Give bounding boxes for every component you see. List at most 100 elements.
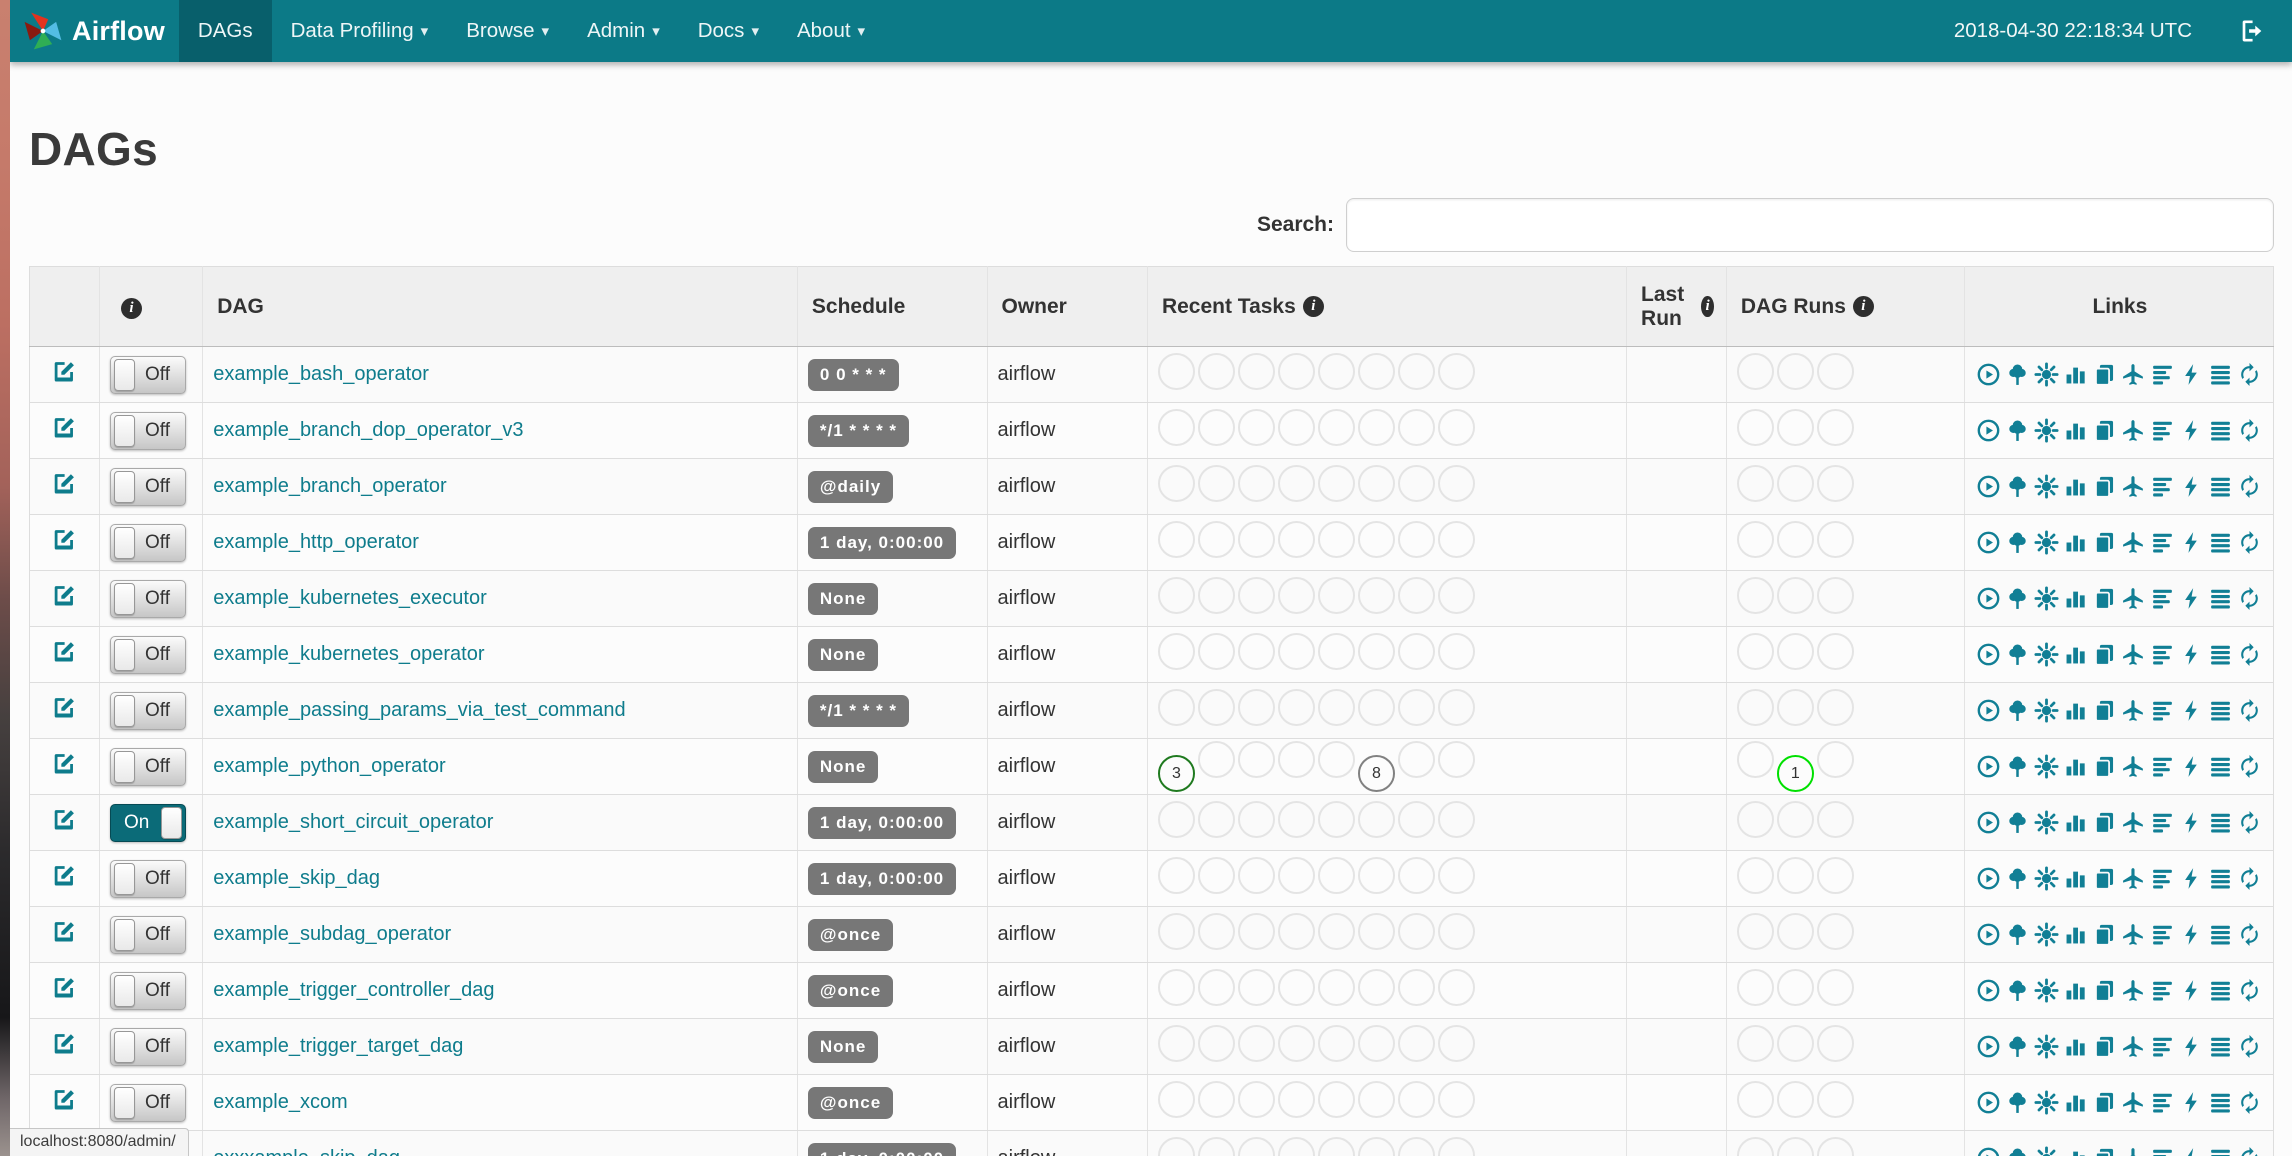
task-state-circle[interactable] bbox=[1157, 1025, 1195, 1062]
dag-run-circle[interactable] bbox=[1776, 1081, 1814, 1118]
logs-icon[interactable] bbox=[2208, 698, 2233, 723]
trigger-dag-icon[interactable] bbox=[1976, 586, 2001, 611]
code-view-icon[interactable] bbox=[2179, 810, 2204, 835]
task-state-circle[interactable] bbox=[1157, 689, 1195, 726]
logs-icon[interactable] bbox=[2208, 810, 2233, 835]
code-view-icon[interactable] bbox=[2179, 1146, 2204, 1156]
task-state-circle[interactable] bbox=[1277, 969, 1315, 1006]
task-state-circle[interactable] bbox=[1277, 409, 1315, 446]
task-state-circle[interactable] bbox=[1357, 409, 1395, 446]
task-state-circle[interactable] bbox=[1357, 465, 1395, 502]
dag-link[interactable]: exxxample_skip_dag bbox=[213, 1147, 400, 1156]
dag-run-circle[interactable] bbox=[1776, 465, 1814, 502]
task-state-circle[interactable] bbox=[1197, 1081, 1235, 1118]
nav-item-data-profiling[interactable]: Data Profiling ▾ bbox=[272, 0, 448, 62]
task-duration-icon[interactable] bbox=[2063, 1146, 2088, 1156]
task-state-circle[interactable] bbox=[1277, 521, 1315, 558]
task-state-circle[interactable] bbox=[1397, 857, 1435, 894]
tree-view-icon[interactable] bbox=[2005, 1146, 2030, 1156]
task-state-circle[interactable] bbox=[1237, 689, 1275, 726]
task-state-circle[interactable] bbox=[1437, 1025, 1475, 1062]
task-state-circle[interactable] bbox=[1317, 409, 1355, 446]
task-state-circle[interactable] bbox=[1197, 633, 1235, 670]
task-duration-icon[interactable] bbox=[2063, 362, 2088, 387]
logs-icon[interactable] bbox=[2208, 418, 2233, 443]
nav-item-dags[interactable]: DAGs bbox=[178, 0, 272, 62]
graph-view-icon[interactable] bbox=[2034, 866, 2059, 891]
info-icon[interactable]: i bbox=[1701, 296, 1714, 317]
edit-dag-button[interactable] bbox=[50, 637, 79, 666]
landing-times-icon[interactable] bbox=[2121, 978, 2146, 1003]
brand[interactable]: Airflow bbox=[10, 0, 179, 62]
trigger-dag-icon[interactable] bbox=[1976, 810, 2001, 835]
task-state-circle[interactable] bbox=[1197, 969, 1235, 1006]
task-state-circle[interactable] bbox=[1317, 353, 1355, 390]
trigger-dag-icon[interactable] bbox=[1976, 1090, 2001, 1115]
trigger-dag-icon[interactable] bbox=[1976, 418, 2001, 443]
task-state-circle[interactable] bbox=[1237, 633, 1275, 670]
refresh-icon[interactable] bbox=[2237, 1090, 2262, 1115]
task-state-circle[interactable] bbox=[1357, 857, 1395, 894]
dag-run-circle[interactable] bbox=[1816, 801, 1854, 838]
tree-view-icon[interactable] bbox=[2005, 418, 2030, 443]
task-state-circle[interactable] bbox=[1277, 633, 1315, 670]
code-view-icon[interactable] bbox=[2179, 754, 2204, 779]
dag-pause-toggle[interactable]: Off bbox=[110, 467, 186, 506]
task-state-circle[interactable] bbox=[1397, 740, 1435, 778]
task-state-circle[interactable] bbox=[1437, 913, 1475, 950]
task-state-circle[interactable] bbox=[1277, 857, 1315, 894]
dag-run-circle[interactable] bbox=[1736, 969, 1774, 1006]
dag-run-circle[interactable] bbox=[1736, 633, 1774, 670]
header-owner[interactable]: Owner bbox=[987, 266, 1148, 347]
trigger-dag-icon[interactable] bbox=[1976, 922, 2001, 947]
task-tries-icon[interactable] bbox=[2092, 1034, 2117, 1059]
task-tries-icon[interactable] bbox=[2092, 642, 2117, 667]
dag-pause-toggle[interactable]: Off bbox=[110, 579, 186, 618]
task-state-circle[interactable] bbox=[1357, 969, 1395, 1006]
task-state-circle[interactable] bbox=[1437, 465, 1475, 502]
tree-view-icon[interactable] bbox=[2005, 1090, 2030, 1115]
task-state-circle[interactable] bbox=[1197, 857, 1235, 894]
task-tries-icon[interactable] bbox=[2092, 586, 2117, 611]
task-tries-icon[interactable] bbox=[2092, 474, 2117, 499]
dag-run-circle[interactable] bbox=[1776, 913, 1814, 950]
dag-link[interactable]: example_branch_operator bbox=[213, 475, 447, 497]
gantt-view-icon[interactable] bbox=[2150, 474, 2175, 499]
task-state-circle[interactable] bbox=[1277, 1137, 1315, 1156]
edit-dag-button[interactable] bbox=[50, 805, 79, 834]
task-state-circle[interactable] bbox=[1437, 969, 1475, 1006]
task-state-circle[interactable] bbox=[1317, 1025, 1355, 1062]
task-state-circle[interactable] bbox=[1157, 521, 1195, 558]
trigger-dag-icon[interactable] bbox=[1976, 754, 2001, 779]
landing-times-icon[interactable] bbox=[2121, 642, 2146, 667]
code-view-icon[interactable] bbox=[2179, 1034, 2204, 1059]
logs-icon[interactable] bbox=[2208, 586, 2233, 611]
task-state-circle[interactable] bbox=[1277, 353, 1315, 390]
task-tries-icon[interactable] bbox=[2092, 362, 2117, 387]
task-state-circle[interactable] bbox=[1197, 577, 1235, 614]
task-state-circle[interactable] bbox=[1317, 521, 1355, 558]
header-dag[interactable]: DAG bbox=[202, 266, 798, 347]
dag-pause-toggle[interactable]: Off bbox=[110, 635, 186, 674]
info-icon[interactable]: i bbox=[121, 298, 142, 319]
dag-run-circle[interactable] bbox=[1736, 577, 1774, 614]
task-state-circle[interactable] bbox=[1197, 353, 1235, 390]
task-state-circle[interactable] bbox=[1397, 1081, 1435, 1118]
dag-run-circle[interactable] bbox=[1816, 521, 1854, 558]
task-state-circle[interactable] bbox=[1237, 465, 1275, 502]
landing-times-icon[interactable] bbox=[2121, 586, 2146, 611]
dag-pause-toggle[interactable]: Off bbox=[110, 523, 186, 562]
task-duration-icon[interactable] bbox=[2063, 810, 2088, 835]
landing-times-icon[interactable] bbox=[2121, 418, 2146, 443]
dag-run-circle[interactable] bbox=[1816, 1025, 1854, 1062]
code-view-icon[interactable] bbox=[2179, 698, 2204, 723]
landing-times-icon[interactable] bbox=[2121, 1034, 2146, 1059]
logs-icon[interactable] bbox=[2208, 866, 2233, 891]
edit-dag-button[interactable] bbox=[50, 861, 79, 890]
logs-icon[interactable] bbox=[2208, 1146, 2233, 1156]
nav-item-about[interactable]: About ▾ bbox=[778, 0, 884, 62]
task-state-circle[interactable] bbox=[1317, 913, 1355, 950]
dag-link[interactable]: example_bash_operator bbox=[213, 363, 429, 385]
code-view-icon[interactable] bbox=[2179, 922, 2204, 947]
dag-run-circle[interactable] bbox=[1736, 353, 1774, 390]
